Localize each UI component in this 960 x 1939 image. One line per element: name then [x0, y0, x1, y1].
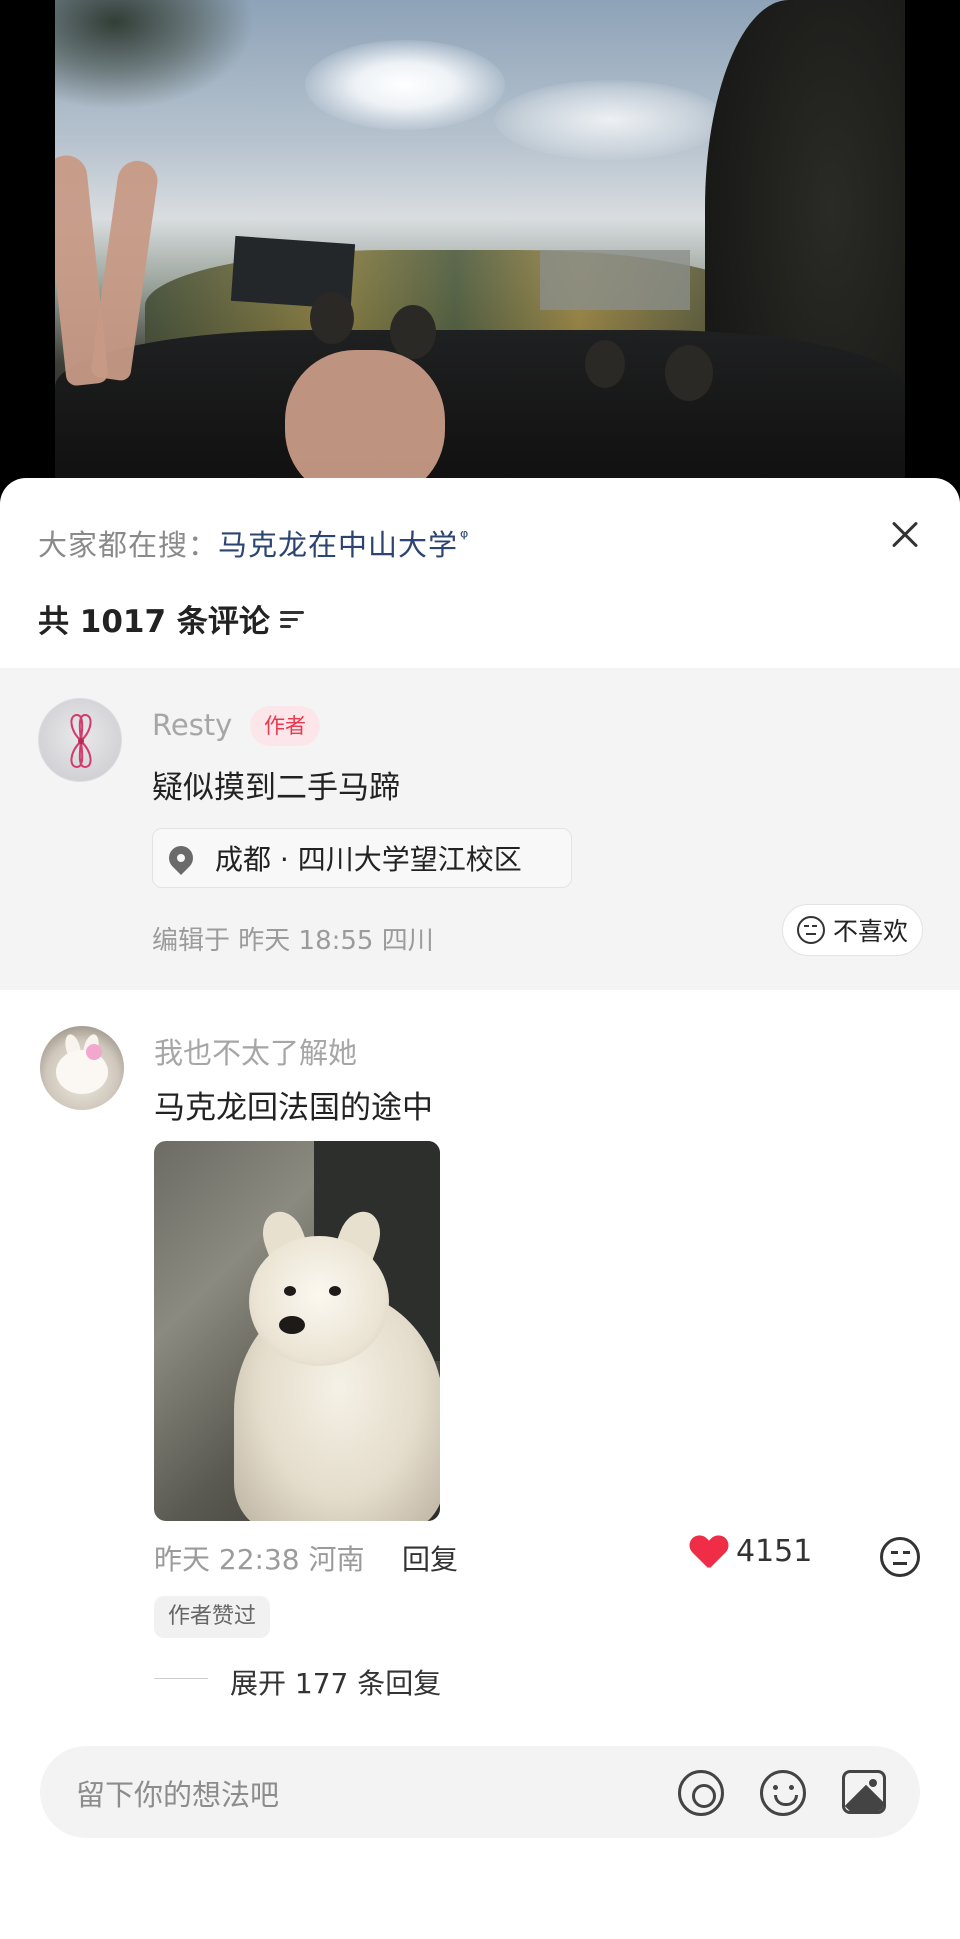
reply-button[interactable]: 回复 [402, 1538, 458, 1578]
building [540, 250, 690, 310]
close-icon[interactable] [880, 510, 930, 560]
avatar[interactable] [40, 1026, 124, 1110]
ribbon-knot-icon [70, 713, 92, 769]
like-count: 4151 [736, 1534, 813, 1569]
commenter-name[interactable]: Resty [152, 708, 232, 742]
comment-text: 马克龙回法国的途中 [154, 1090, 433, 1126]
person-head [665, 345, 713, 401]
dog-nose [279, 1316, 305, 1334]
author-liked-badge: 作者赞过 [154, 1596, 271, 1638]
location-text: 成都 · 四川大学望江校区 [215, 843, 522, 876]
neutral-face-icon [797, 916, 825, 944]
foliage [55, 0, 255, 110]
trending-search[interactable]: 大家都在搜：马克龙在中山大学 ᵠ [38, 522, 469, 564]
neutral-face-icon[interactable] [880, 1537, 920, 1577]
comments-sheet: 大家都在搜：马克龙在中山大学 ᵠ 共 1017 条评论 Resty 作者 疑似摸到… [0, 478, 960, 1939]
comment-input-bar[interactable]: 留下你的想法吧 [40, 1746, 920, 1838]
comment-highlighted[interactable]: Resty 作者 疑似摸到二手马蹄 成都 · 四川大学望江校区 编辑于 昨天 1… [0, 668, 960, 990]
divider [154, 1678, 208, 1679]
dog-eye [284, 1286, 296, 1296]
cloud-sun [305, 40, 505, 130]
comment-count: 共 1017 条评论 [38, 604, 270, 640]
trending-term[interactable]: 马克龙在中山大学 [218, 528, 458, 562]
dog-eye [329, 1286, 341, 1296]
comment-image[interactable] [154, 1141, 440, 1521]
search-icon: ᵠ [460, 525, 470, 550]
trending-prefix: 大家都在搜： [38, 528, 219, 562]
sort-icon[interactable] [279, 607, 306, 631]
smiley-icon[interactable] [760, 1770, 806, 1816]
expand-replies-button[interactable]: 展开 177 条回复 [230, 1662, 441, 1702]
comment-meta: 编辑于 昨天 18:55 四川 [152, 926, 434, 956]
person-head [310, 292, 354, 344]
location-pin-icon [164, 841, 198, 875]
avatar[interactable] [38, 698, 122, 782]
at-icon[interactable] [678, 1770, 724, 1816]
dog-head [249, 1236, 389, 1366]
dislike-label: 不喜欢 [833, 917, 909, 946]
person-head [390, 305, 436, 359]
location-chip[interactable]: 成都 · 四川大学望江校区 [152, 828, 572, 888]
author-badge: 作者 [250, 706, 320, 746]
comment-text: 疑似摸到二手马蹄 [152, 770, 400, 806]
flower-icon [86, 1044, 102, 1060]
image-icon[interactable] [842, 1770, 886, 1814]
comment-meta: 昨天 22:38 河南 [154, 1543, 365, 1576]
commenter-name[interactable]: 我也不太了解她 [154, 1030, 357, 1072]
dislike-button[interactable]: 不喜欢 [782, 904, 924, 956]
comment-count-header[interactable]: 共 1017 条评论 [38, 596, 306, 641]
post-photo-image [55, 0, 905, 520]
person-head [585, 340, 625, 388]
cloud [495, 80, 725, 160]
like-button[interactable]: 4151 [690, 1534, 812, 1569]
post-photo[interactable] [0, 0, 960, 520]
comment-input[interactable]: 留下你的想法吧 [76, 1772, 279, 1814]
heart-icon [690, 1536, 726, 1568]
